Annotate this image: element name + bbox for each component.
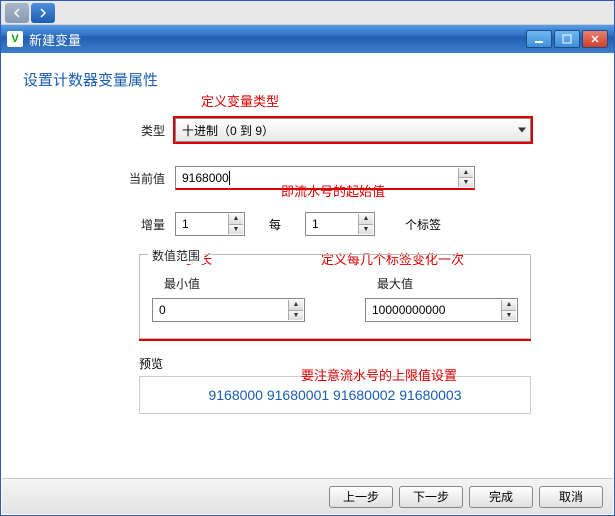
spin-up-button[interactable]: ▲ — [458, 168, 473, 177]
app-icon: V — [7, 31, 23, 47]
range-fieldset: 数值范围 最小值 0 ▲▼ 最大值 10000000000 ▲▼ — [139, 254, 531, 339]
prev-button[interactable]: 上一步 — [329, 486, 393, 508]
type-value: 十进制（0 到 9） — [182, 122, 274, 139]
arrow-right-icon — [38, 8, 48, 18]
current-label: 当前值 — [23, 170, 175, 187]
spin-up-button[interactable]: ▲ — [358, 214, 373, 224]
nav-bar — [1, 1, 614, 25]
spin-down-button[interactable]: ▼ — [501, 310, 516, 321]
annotation-limit: 要注意流水号的上限值设置 — [301, 365, 457, 384]
close-icon — [590, 34, 600, 44]
type-combo[interactable]: 十进制（0 到 9） — [175, 118, 531, 142]
nav-back-button[interactable] — [5, 3, 29, 23]
per-input[interactable]: 1 ▲▼ — [305, 212, 375, 236]
max-input[interactable]: 10000000000 ▲▼ — [365, 298, 518, 322]
spin-down-button[interactable]: ▼ — [358, 224, 373, 235]
spin-up-button[interactable]: ▲ — [288, 300, 303, 310]
title-bar: V 新建变量 — [1, 25, 614, 53]
per-suffix-label: 个标签 — [375, 216, 441, 233]
page-heading: 设置计数器变量属性 — [23, 69, 592, 90]
window: V 新建变量 设置计数器变量属性 定义变量类型 类型 十进制（0 到 9） 当前… — [0, 0, 615, 516]
preview-section: 预览 9168000 91680001 91680002 91680003 — [139, 355, 531, 414]
spin-down-button[interactable]: ▼ — [228, 224, 243, 235]
window-title: 新建变量 — [29, 30, 524, 49]
cancel-button[interactable]: 取消 — [539, 486, 603, 508]
min-input[interactable]: 0 ▲▼ — [152, 298, 305, 322]
spin-up-button[interactable]: ▲ — [501, 300, 516, 310]
dialog-body: 设置计数器变量属性 定义变量类型 类型 十进制（0 到 9） 当前值 91680… — [1, 53, 614, 414]
footer-bar: 上一步 下一步 完成 取消 — [2, 478, 613, 514]
minimize-button[interactable] — [526, 30, 552, 48]
spin-down-button[interactable]: ▼ — [458, 177, 473, 187]
increment-input[interactable]: 1 ▲▼ — [175, 212, 245, 236]
increment-value: 1 — [182, 217, 189, 231]
max-value: 10000000000 — [372, 303, 445, 317]
min-label: 最小值 — [152, 275, 305, 292]
min-value: 0 — [159, 303, 166, 317]
range-legend: 数值范围 — [148, 247, 204, 264]
chevron-down-icon — [518, 128, 526, 133]
close-button[interactable] — [582, 30, 608, 48]
annotation-type: 定义变量类型 — [201, 91, 279, 110]
increment-label: 增量 — [23, 216, 175, 233]
nav-forward-button[interactable] — [31, 3, 55, 23]
next-button[interactable]: 下一步 — [399, 486, 463, 508]
minimize-icon — [534, 34, 544, 44]
spin-up-button[interactable]: ▲ — [228, 214, 243, 224]
spin-down-button[interactable]: ▼ — [288, 310, 303, 321]
maximize-button[interactable] — [554, 30, 580, 48]
annotation-start: 即流水号的起始值 — [281, 181, 385, 200]
type-label: 类型 — [23, 122, 175, 139]
max-label: 最大值 — [365, 275, 518, 292]
per-value: 1 — [312, 217, 319, 231]
current-value-text: 9168000 — [182, 171, 230, 185]
maximize-icon — [562, 34, 572, 44]
spin-buttons: ▲ ▼ — [458, 168, 473, 187]
finish-button[interactable]: 完成 — [469, 486, 533, 508]
arrow-left-icon — [12, 8, 22, 18]
per-label: 每 — [245, 216, 305, 233]
range-underline — [139, 339, 531, 341]
